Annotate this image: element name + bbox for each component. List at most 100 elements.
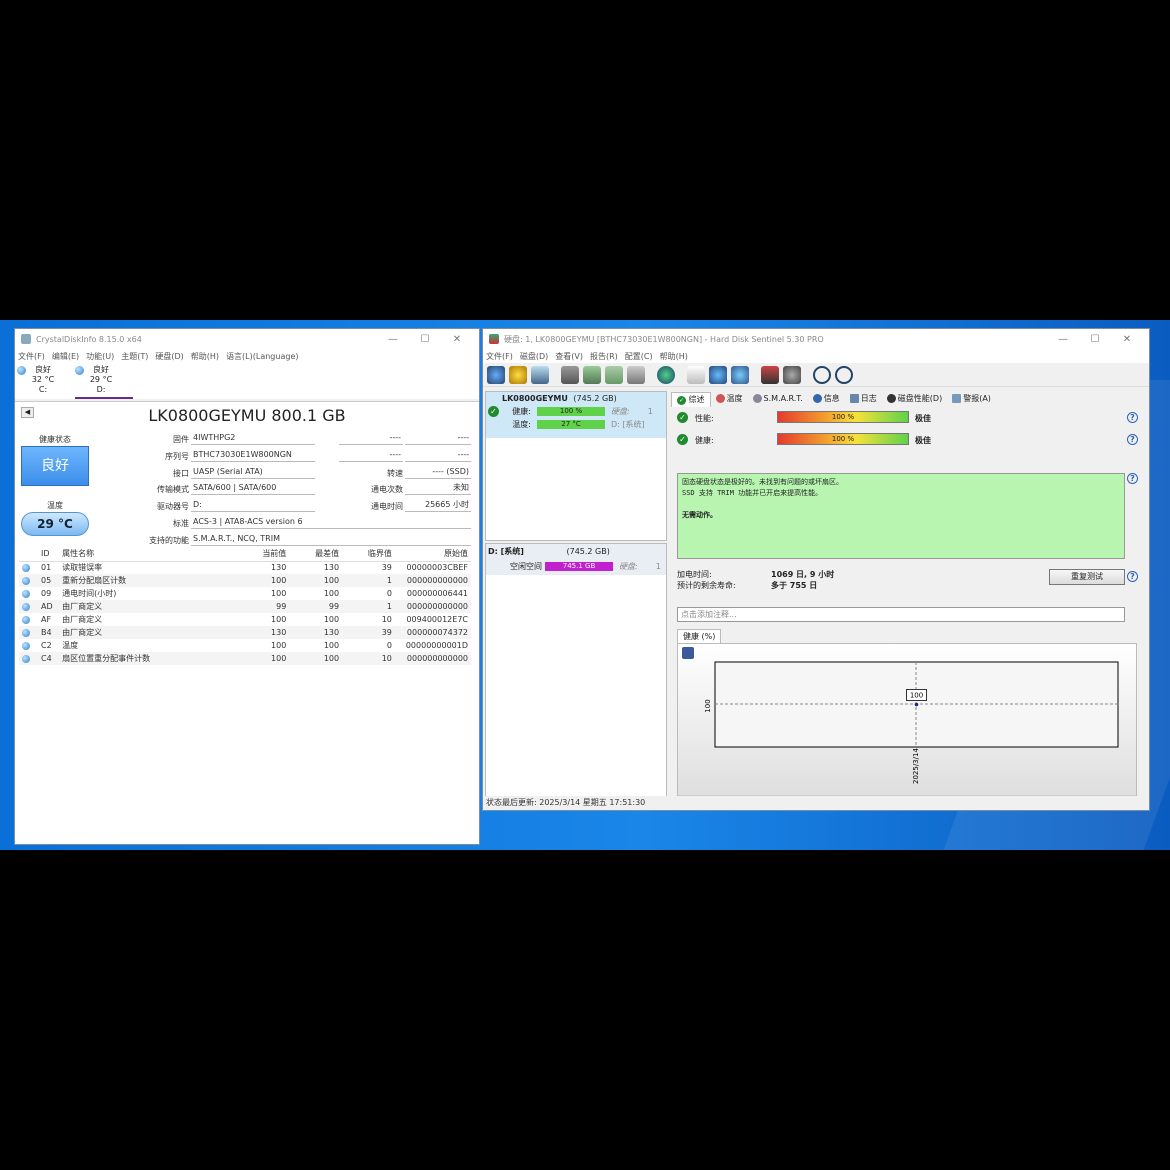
drive-status: 良好 — [35, 365, 51, 374]
smart-row[interactable]: AF 由厂商定义 100 100 10 009400012E7C — [19, 613, 471, 626]
disk-number: 1 — [647, 407, 653, 416]
smart-current: 100 — [271, 615, 287, 624]
surface-test-icon[interactable] — [583, 365, 601, 384]
column-header[interactable]: ID — [38, 547, 60, 562]
smart-row[interactable]: C2 温度 100 100 0 00000000001D — [19, 639, 471, 652]
smart-table: ID 属性名称 当前值 最差值 临界值 原始值 01 读取错误率 130 130 39 0… — [19, 547, 471, 673]
column-header[interactable]: 属性名称 — [59, 547, 237, 562]
smart-worst: 100 — [323, 641, 340, 650]
settings-icon[interactable] — [783, 365, 801, 384]
status-cell — [19, 639, 38, 652]
smart-row[interactable]: B4 由厂商定义 130 130 39 000000074372 — [19, 626, 471, 639]
menu-help[interactable]: 帮助(H) — [660, 351, 688, 362]
help-icon[interactable]: ? — [1127, 473, 1138, 484]
smart-row[interactable]: 09 通电时间(小时) 100 100 0 000000006441 — [19, 587, 471, 600]
maximize-button[interactable]: ☐ — [1079, 334, 1111, 345]
health-status-button[interactable]: 良好 — [21, 446, 89, 486]
close-button[interactable]: ✕ — [1111, 334, 1143, 345]
drive-tab-d[interactable]: 良好 29 °C D: — [75, 365, 133, 399]
web-icon[interactable] — [657, 365, 675, 384]
status-line: 固态硬盘状态是极好的。未找到有问题的或坏扇区。 — [682, 478, 843, 486]
report-icon[interactable] — [687, 365, 705, 384]
menu-language[interactable]: 语言(L)(Language) — [226, 351, 298, 362]
power-count-value: 未知 — [405, 482, 471, 495]
sync-icon[interactable] — [709, 365, 727, 384]
smart-threshold: 39 — [381, 563, 392, 573]
retest-button[interactable]: 重复测试 — [1049, 569, 1125, 585]
smart-threshold: 10 — [342, 652, 395, 665]
monitor-icon[interactable] — [531, 365, 549, 384]
menu-disk[interactable]: 磁盘(D) — [520, 351, 548, 362]
menu-config[interactable]: 配置(C) — [625, 351, 653, 362]
transfer-mode-label: 传输模式 — [157, 485, 189, 494]
info-icon[interactable] — [835, 365, 853, 384]
refresh-icon[interactable] — [487, 365, 505, 384]
column-header[interactable]: 当前值 — [236, 547, 290, 562]
chart-tab-health[interactable]: 健康 (%) — [677, 629, 722, 643]
disk-number-label: 硬盘: — [611, 407, 630, 416]
firmware-label: 固件 — [173, 435, 189, 444]
temperature-button[interactable]: 29 °C — [21, 512, 89, 536]
smart-raw: 009400012E7C — [406, 615, 468, 624]
menu-function[interactable]: 功能(U) — [86, 351, 114, 362]
smart-row[interactable]: AD 由厂商定义 99 99 1 000000000000 — [19, 600, 471, 613]
maximize-button[interactable]: ☐ — [409, 334, 441, 345]
alert-icon[interactable] — [509, 365, 527, 384]
cdi-app-icon — [21, 334, 31, 344]
help-icon[interactable]: ? — [1127, 412, 1138, 423]
volume-size: (745.2 GB) — [566, 547, 610, 556]
chart-icon[interactable] — [761, 365, 779, 384]
info-placeholder: ---- — [405, 432, 471, 445]
menu-file[interactable]: 文件(F) — [18, 351, 45, 362]
power-hours-label: 通电时间 — [371, 502, 403, 511]
help-icon[interactable]: ? — [1127, 434, 1138, 445]
disk-tool-icon[interactable] — [627, 365, 645, 384]
volume-card[interactable]: D: [系统] (745.2 GB) 空闲空间 745.1 GB 硬盘: 1 — [485, 543, 667, 799]
tab-temperature[interactable]: 温度 — [711, 392, 748, 407]
menu-file[interactable]: 文件(F) — [486, 351, 513, 362]
tab-smart[interactable]: S.M.A.R.T. — [748, 392, 808, 407]
performance-label: 性能: — [695, 414, 714, 423]
smart-row[interactable]: 01 读取错误率 130 130 39 00000003CBEF — [19, 561, 471, 574]
smart-threshold: 0 — [386, 589, 392, 598]
help-icon[interactable] — [813, 365, 831, 384]
disk-test-icon[interactable] — [561, 365, 579, 384]
hds-toolbar — [483, 363, 1149, 387]
smart-row[interactable]: 05 重新分配扇区计数 100 100 1 000000000000 — [19, 574, 471, 587]
menu-report[interactable]: 报告(R) — [590, 351, 618, 362]
menu-edit[interactable]: 编辑(E) — [52, 351, 79, 362]
column-header[interactable]: 原始值 — [394, 547, 471, 562]
smart-current: 130 — [271, 563, 287, 573]
network-icon[interactable] — [731, 365, 749, 384]
volume-disk-label: 硬盘: — [619, 562, 638, 571]
drive-tab-c[interactable]: 良好 32 °C C: — [17, 365, 75, 397]
column-header[interactable]: 最差值 — [289, 547, 343, 562]
disk-drive: D: [系统] — [611, 420, 645, 429]
disk-check-icon[interactable] — [605, 365, 623, 384]
interface-value: UASP (Serial ATA) — [191, 466, 315, 479]
menu-help[interactable]: 帮助(H) — [191, 351, 219, 362]
note-input[interactable]: 点击添加注释... — [677, 607, 1125, 622]
close-button[interactable]: ✕ — [441, 334, 473, 345]
minimize-button[interactable]: — — [1047, 334, 1079, 345]
tab-performance[interactable]: 磁盘性能(D) — [882, 392, 947, 407]
disk-card[interactable]: LK0800GEYMU (745.2 GB) ✓ 健康: 100 % 硬盘: 1… — [485, 391, 667, 541]
disk-health-bar: 100 % — [537, 407, 605, 416]
smart-row[interactable]: C4 扇区位置重分配事件计数 100 100 10 000000000000 — [19, 652, 471, 665]
smart-threshold: 1 — [342, 600, 395, 613]
drive-letter: D: — [96, 385, 106, 394]
smart-worst: 100 — [323, 589, 340, 598]
menu-view[interactable]: 查看(V) — [555, 351, 583, 362]
tab-alerts[interactable]: 警报(A) — [947, 392, 996, 407]
help-icon[interactable]: ? — [1127, 571, 1138, 582]
smart-worst: 99 — [289, 600, 343, 613]
smart-current: 99 — [236, 600, 290, 613]
tab-overview[interactable]: ✓ 综述 — [671, 392, 711, 407]
minimize-button[interactable]: — — [377, 334, 409, 345]
power-on-value: 1069 日, 9 小时 — [771, 570, 835, 579]
column-header[interactable]: 临界值 — [342, 547, 395, 562]
menu-theme[interactable]: 主题(T) — [121, 351, 148, 362]
tab-info[interactable]: 信息 — [808, 392, 845, 407]
menu-disk[interactable]: 硬盘(D) — [155, 351, 183, 362]
tab-log[interactable]: 日志 — [845, 392, 882, 407]
